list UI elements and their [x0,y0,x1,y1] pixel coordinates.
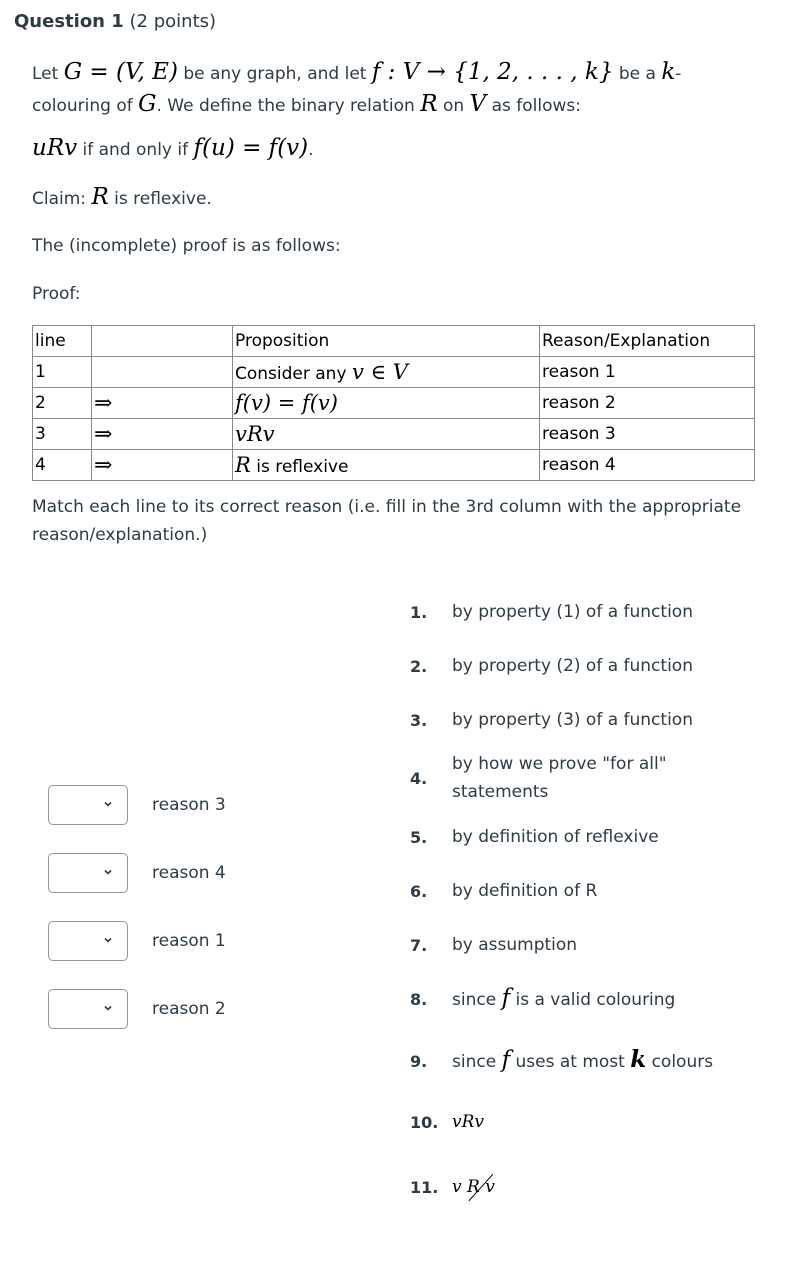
implies-icon [91,356,233,388]
table-row: 1 Consider any v ∈ V reason 1 [32,356,755,388]
math-k: k [661,59,676,85]
math-R: R [420,91,438,117]
header-proposition: Proposition [232,325,540,357]
header-reason: Reason/Explanation [539,325,755,357]
question-header: Question 1 (2 points) [14,11,216,32]
relation-definition: uRv if and only if f(u) = f(v). [32,135,314,161]
answer-option: 9. since f uses at most k colours [410,1046,714,1073]
claim: Claim: R is reflexive. [32,184,212,210]
math-not-related: v R v [452,1173,495,1201]
implies-icon: ⇒ [91,449,233,481]
instructions: Match each line to its correct reason (i… [32,497,742,545]
match-row: reason 2 [48,989,226,1029]
answer-option: 4. by how we prove "for all" statements [410,754,667,802]
answer-option: 10. vRv [410,1112,485,1132]
match-row: reason 3 [48,785,226,825]
math-G: G [138,91,157,117]
match-row: reason 1 [48,921,226,961]
math-R: R [91,184,109,210]
reason-select[interactable] [48,921,128,961]
answer-option: 5. by definition of reflexive [410,827,659,847]
header-line: line [32,325,92,357]
chevron-down-icon [104,869,112,875]
table-header-row: line Proposition Reason/Explanation [32,325,755,357]
answer-option: 2. by property (2) of a function [410,656,693,676]
answer-option: 6. by definition of R [410,881,598,901]
strikethrough-R: R [467,1173,480,1201]
proof-table: line Proposition Reason/Explanation 1 Co… [32,325,755,481]
chevron-down-icon [104,801,112,807]
question-points: (2 points) [129,11,217,32]
chevron-down-icon [104,937,112,943]
match-label: reason 3 [152,795,226,815]
answer-option: 7. by assumption [410,935,578,955]
question-intro: Let G = (V, E) be any graph, and let f :… [32,59,682,117]
table-row: 4 ⇒ R is reflexive reason 4 [32,449,755,481]
chevron-down-icon [104,1005,112,1011]
match-row: reason 4 [48,853,226,893]
answer-option: 8. since f is a valid colouring [410,985,676,1011]
answer-option: 11. v R v [410,1173,495,1201]
implies-icon: ⇒ [91,418,233,450]
proof-intro-text: The (incomplete) proof is as follows: [32,236,341,256]
answer-option: 3. by property (3) of a function [410,710,693,730]
header-arrow [91,325,233,357]
math-V: V [469,91,487,117]
reason-select[interactable] [48,785,128,825]
match-label: reason 2 [152,999,226,1019]
match-label: reason 1 [152,931,226,951]
math-uRv: uRv [32,135,78,161]
implies-icon: ⇒ [91,387,233,419]
reason-select[interactable] [48,989,128,1029]
proof-label: Proof: [32,284,81,304]
math-function: f : V → {1, 2, . . . , k} [371,59,614,85]
answer-option: 1. by property (1) of a function [410,602,693,622]
table-row: 3 ⇒ vRv reason 3 [32,418,755,450]
question-title: Question 1 [14,11,124,32]
math-fu-eq-fv: f(u) = f(v) [193,135,309,161]
table-row: 2 ⇒ f(v) = f(v) reason 2 [32,387,755,419]
match-label: reason 4 [152,863,226,883]
reason-select[interactable] [48,853,128,893]
math-graph: G = (V, E) [63,59,178,85]
